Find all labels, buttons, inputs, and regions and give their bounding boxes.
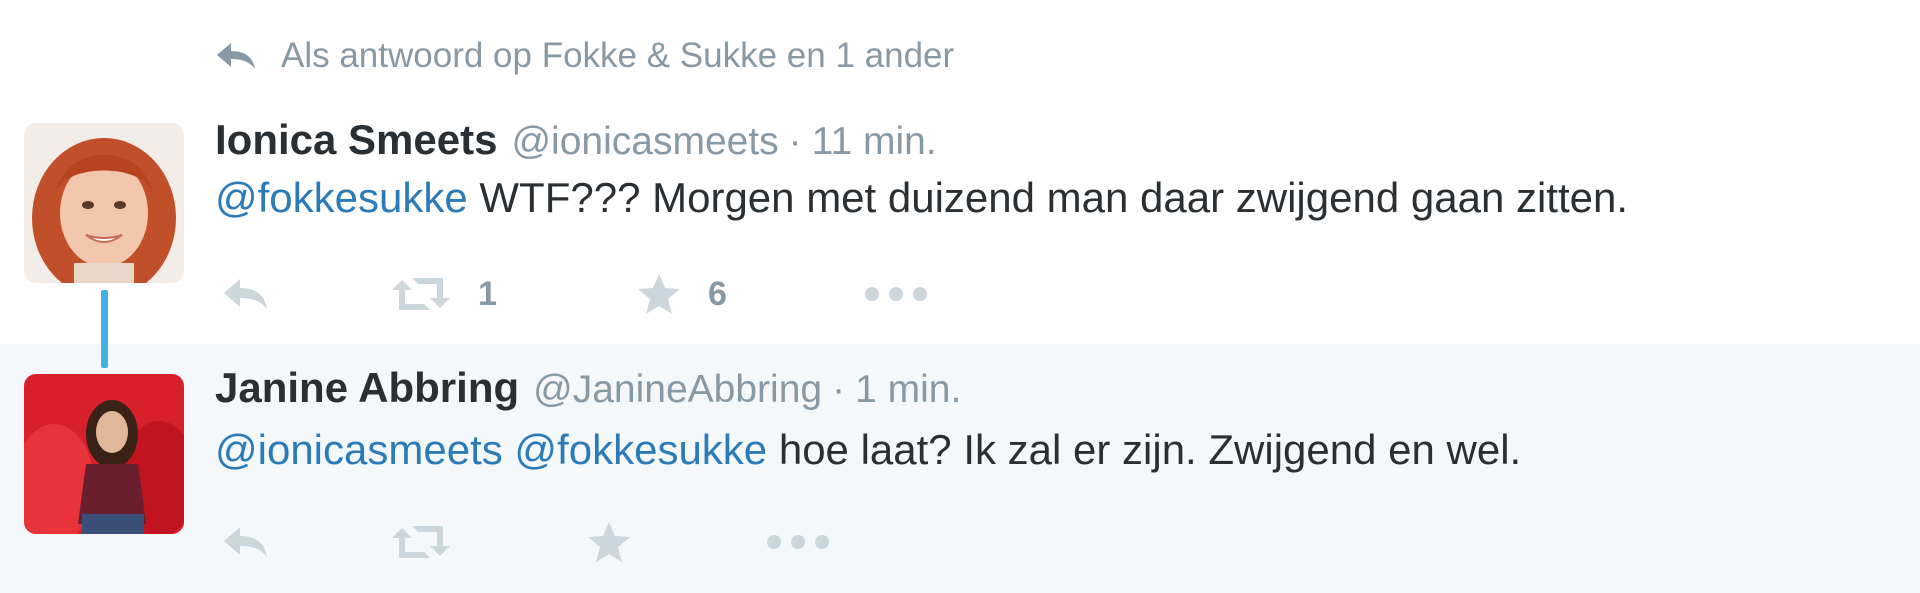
reply-context[interactable]: Als antwoord op Fokke & Sukke en 1 ander: [213, 32, 954, 80]
user-name[interactable]: Janine Abbring: [215, 364, 519, 412]
reply-icon: [224, 527, 267, 557]
retweet-button[interactable]: 1: [390, 264, 497, 324]
user-handle[interactable]: @ionicasmeets: [511, 120, 778, 164]
timestamp[interactable]: 11 min.: [812, 120, 937, 164]
more-dots-icon: [865, 287, 927, 301]
timestamp[interactable]: 1 min.: [855, 368, 961, 412]
reply-button[interactable]: [220, 512, 270, 572]
reply-icon: [224, 279, 267, 309]
tweet-header: Ionica Smeets @ionicasmeets · 11 min.: [215, 116, 937, 166]
tweet-body: hoe laat? Ik zal er zijn. Zwijgend en we…: [767, 426, 1522, 473]
mention-link[interactable]: @ionicasmeets: [215, 426, 503, 473]
star-icon: [638, 274, 680, 314]
retweet-button[interactable]: [390, 512, 478, 572]
retweet-icon: [392, 278, 450, 310]
favorite-button[interactable]: 6: [636, 264, 727, 324]
tweet-text: @ionicasmeets @fokkesukke hoe laat? Ik z…: [215, 426, 1521, 474]
separator: ·: [788, 120, 802, 163]
tweet-body: WTF??? Morgen met duizend man daar zwijg…: [467, 174, 1629, 221]
user-handle[interactable]: @JanineAbbring: [533, 368, 822, 412]
more-button[interactable]: [864, 264, 928, 324]
tweet-header: Janine Abbring @JanineAbbring · 1 min.: [215, 364, 961, 414]
avatar[interactable]: [24, 123, 184, 283]
favorite-count: 6: [708, 274, 727, 313]
retweet-count: 1: [478, 274, 497, 313]
mention-link[interactable]: @fokkesukke: [514, 426, 767, 473]
star-icon: [588, 522, 630, 562]
user-name[interactable]: Ionica Smeets: [215, 116, 497, 164]
favorite-button[interactable]: [586, 512, 658, 572]
separator: ·: [832, 368, 846, 411]
reply-button[interactable]: [220, 264, 270, 324]
tweet[interactable]: Janine Abbring @JanineAbbring · 1 min. @…: [0, 344, 1920, 593]
avatar[interactable]: [24, 374, 184, 534]
more-button[interactable]: [766, 512, 830, 572]
tweet-text: @fokkesukke WTF??? Morgen met duizend ma…: [215, 174, 1628, 222]
conversation-thread-line: [101, 290, 108, 368]
reply-context-text: Als antwoord op Fokke & Sukke en 1 ander: [281, 36, 955, 75]
retweet-icon: [392, 526, 450, 558]
tweet[interactable]: Ionica Smeets @ionicasmeets · 11 min. @f…: [0, 96, 1920, 344]
more-dots-icon: [767, 535, 829, 549]
reply-arrow-icon: [217, 43, 255, 69]
mention-link[interactable]: @fokkesukke: [215, 174, 468, 221]
